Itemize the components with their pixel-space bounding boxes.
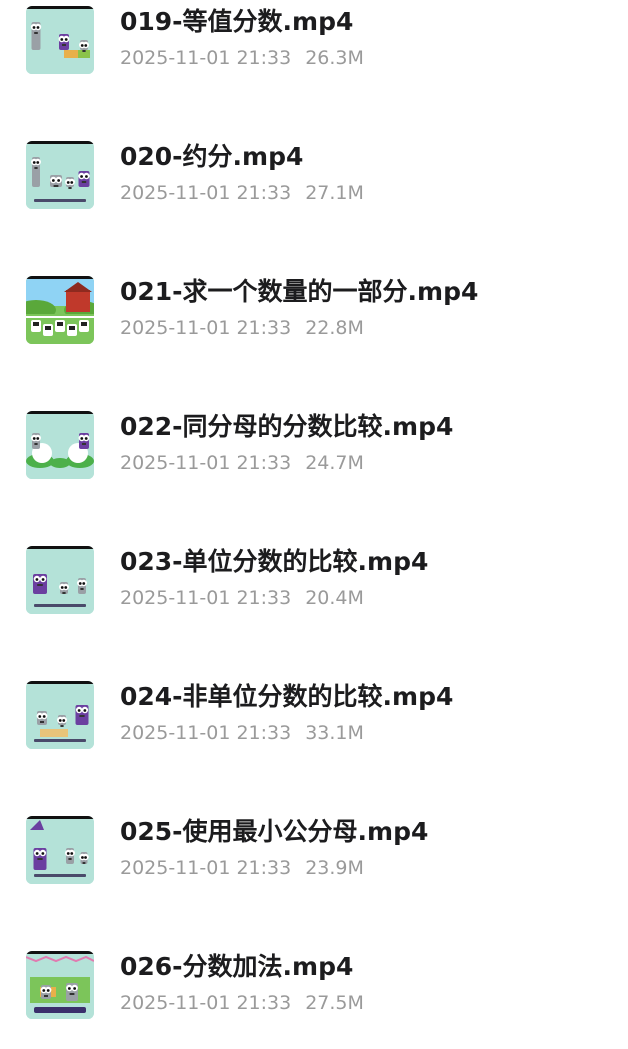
file-date: 2025-11-01 21:33 — [120, 452, 292, 474]
file-date: 2025-11-01 21:33 — [120, 182, 292, 204]
file-size: 24.7M — [305, 452, 364, 474]
video-thumbnail-icon[interactable] — [26, 276, 94, 344]
file-name[interactable]: 019-等值分数.mp4 — [120, 4, 353, 40]
file-list: 019-等值分数.mp4 2025-11-01 21:33 26.3M 020-约分… — [0, 0, 628, 1034]
file-name[interactable]: 021-求一个数量的一部分.mp4 — [120, 274, 478, 310]
video-thumbnail-icon[interactable] — [26, 816, 94, 884]
file-meta: 2025-11-01 21:33 24.7M — [120, 451, 364, 475]
file-date: 2025-11-01 21:33 — [120, 992, 292, 1014]
file-date: 2025-11-01 21:33 — [120, 722, 292, 744]
file-list-item[interactable]: 020-约分.mp4 2025-11-01 21:33 27.1M — [0, 139, 628, 239]
video-thumbnail-icon[interactable] — [26, 951, 94, 1019]
file-size: 23.9M — [305, 857, 364, 879]
file-meta: 2025-11-01 21:33 23.9M — [120, 856, 364, 880]
file-meta: 2025-11-01 21:33 33.1M — [120, 721, 364, 745]
file-list-item[interactable]: 024-非单位分数的比较.mp4 2025-11-01 21:33 33.1M — [0, 679, 628, 779]
file-name[interactable]: 024-非单位分数的比较.mp4 — [120, 679, 453, 715]
file-size: 22.8M — [305, 317, 364, 339]
file-name[interactable]: 020-约分.mp4 — [120, 139, 303, 175]
file-date: 2025-11-01 21:33 — [120, 47, 292, 69]
file-date: 2025-11-01 21:33 — [120, 317, 292, 339]
file-name[interactable]: 026-分数加法.mp4 — [120, 949, 353, 985]
file-meta: 2025-11-01 21:33 26.3M — [120, 46, 364, 70]
file-list-item[interactable]: 019-等值分数.mp4 2025-11-01 21:33 26.3M — [0, 4, 628, 104]
file-meta: 2025-11-01 21:33 20.4M — [120, 586, 364, 610]
file-date: 2025-11-01 21:33 — [120, 857, 292, 879]
video-thumbnail-icon[interactable] — [26, 6, 94, 74]
file-name[interactable]: 022-同分母的分数比较.mp4 — [120, 409, 453, 445]
file-list-item[interactable]: 021-求一个数量的一部分.mp4 2025-11-01 21:33 22.8M — [0, 274, 628, 374]
file-size: 26.3M — [305, 47, 364, 69]
file-meta: 2025-11-01 21:33 27.5M — [120, 991, 364, 1015]
file-size: 33.1M — [305, 722, 364, 744]
file-list-item[interactable]: 026-分数加法.mp4 2025-11-01 21:33 27.5M — [0, 949, 628, 1049]
file-meta: 2025-11-01 21:33 27.1M — [120, 181, 364, 205]
file-date: 2025-11-01 21:33 — [120, 587, 292, 609]
file-size: 20.4M — [305, 587, 364, 609]
video-thumbnail-icon[interactable] — [26, 411, 94, 479]
video-thumbnail-icon[interactable] — [26, 681, 94, 749]
file-meta: 2025-11-01 21:33 22.8M — [120, 316, 364, 340]
file-list-item[interactable]: 023-单位分数的比较.mp4 2025-11-01 21:33 20.4M — [0, 544, 628, 644]
file-list-item[interactable]: 022-同分母的分数比较.mp4 2025-11-01 21:33 24.7M — [0, 409, 628, 509]
file-size: 27.1M — [305, 182, 364, 204]
file-name[interactable]: 025-使用最小公分母.mp4 — [120, 814, 428, 850]
video-thumbnail-icon[interactable] — [26, 141, 94, 209]
video-thumbnail-icon[interactable] — [26, 546, 94, 614]
file-name[interactable]: 023-单位分数的比较.mp4 — [120, 544, 428, 580]
file-list-item[interactable]: 025-使用最小公分母.mp4 2025-11-01 21:33 23.9M — [0, 814, 628, 914]
file-size: 27.5M — [305, 992, 364, 1014]
